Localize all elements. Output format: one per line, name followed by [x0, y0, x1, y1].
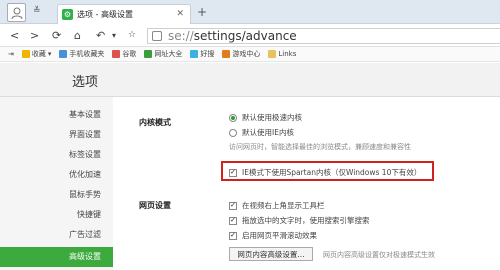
sidebar-item-shortcuts[interactable]: 快捷键	[0, 205, 113, 225]
advanced-settings-hint: 网页内容高级设置仅对极速模式生效	[323, 251, 435, 259]
new-tab-button[interactable]: +	[197, 5, 207, 19]
navigation-bar: < > ⟳ ⌂ ↶ ▾ ☆ se://settings/advance	[0, 25, 500, 47]
sidebar-item-adblock[interactable]: 广告过滤	[0, 225, 113, 245]
advanced-content-settings-button[interactable]: 网页内容高级设置...	[229, 247, 313, 261]
spartan-option[interactable]: ✓ IE模式下使用Spartan内核（仅Windows 10下有效）	[229, 167, 421, 178]
url-text: se://settings/advance	[168, 29, 297, 43]
smooth-scroll-option[interactable]: ✓ 启用网页平滑滚动效果	[229, 230, 317, 241]
sidebar-item-gestures[interactable]: 鼠标手势	[0, 185, 113, 205]
kernel-ie-option[interactable]: 默认使用IE内核	[229, 127, 294, 138]
page-header: 选项	[0, 63, 500, 97]
bookmark-item-favorites[interactable]: 收藏 ▾	[21, 49, 51, 59]
user-icon	[11, 7, 22, 19]
kernel-fast-option[interactable]: 默认使用极速内核	[229, 112, 302, 123]
sidebar-item-optimize[interactable]: 优化加速	[0, 165, 113, 185]
undo-button[interactable]: ↶	[96, 29, 105, 42]
google-icon	[112, 50, 121, 58]
sidebar-item-interface[interactable]: 界面设置	[0, 125, 113, 145]
kernel-mode-heading: 内核模式	[139, 118, 171, 127]
address-bar[interactable]: se://settings/advance	[147, 28, 500, 44]
star-icon[interactable]: ☆	[128, 30, 136, 40]
back-button[interactable]: <	[10, 29, 19, 42]
settings-icon: ⚙	[62, 9, 73, 20]
radio-button[interactable]	[229, 128, 237, 137]
kernel-hint: 访问网页时，智能选择最佳的浏览模式，兼顾速度和兼容性	[229, 143, 411, 151]
search-icon	[190, 50, 199, 58]
favorites-star-icon	[21, 50, 30, 58]
chevron-down-icon[interactable]: ≚	[33, 6, 53, 18]
shield-icon	[152, 31, 162, 41]
bookmark-item-mobile[interactable]: 手机收藏夹	[59, 49, 104, 59]
close-icon[interactable]: ✕	[176, 9, 184, 19]
webpage-settings-heading: 网页设置	[139, 201, 171, 210]
undo-dropdown-icon[interactable]: ▾	[112, 31, 116, 40]
globe-icon	[144, 50, 153, 58]
drag-search-option[interactable]: ✓ 拖放选中的文字时，使用搜索引擎搜索	[229, 215, 370, 226]
page-title: 选项	[72, 75, 99, 90]
tab-label: 选项 - 高级设置	[77, 10, 133, 19]
title-bar: ≚ ⚙ 选项 - 高级设置 ✕ +	[0, 0, 500, 24]
bookmarks-bar: ⇥ 收藏 ▾ 手机收藏夹 谷歌 网址大全 好搜 游戏中心 Links	[0, 47, 500, 62]
checkbox[interactable]: ✓	[229, 231, 237, 240]
bookmark-toggle-icon[interactable]: ⇥	[8, 50, 14, 58]
home-button[interactable]: ⌂	[74, 29, 81, 42]
tab-settings[interactable]: ⚙ 选项 - 高级设置 ✕	[57, 4, 191, 24]
refresh-button[interactable]: ⟳	[52, 29, 61, 42]
bookmark-item-games[interactable]: 游戏中心	[222, 49, 260, 59]
sidebar-item-advanced[interactable]: 高级设置	[0, 247, 113, 267]
bookmark-item-haosou[interactable]: 好搜	[190, 49, 214, 59]
sidebar-item-tabs[interactable]: 标签设置	[0, 145, 113, 165]
user-avatar[interactable]	[7, 3, 26, 22]
bookmark-item-directory[interactable]: 网址大全	[144, 49, 182, 59]
folder-icon	[268, 50, 277, 58]
checkbox[interactable]: ✓	[229, 168, 237, 177]
bookmark-item-google[interactable]: 谷歌	[112, 49, 136, 59]
settings-sidebar: 基本设置 界面设置 标签设置 优化加速 鼠标手势 快捷键 广告过滤 高级设置	[0, 97, 113, 270]
checkbox[interactable]: ✓	[229, 216, 237, 225]
sidebar-item-basic[interactable]: 基本设置	[0, 105, 113, 125]
settings-content: 内核模式 默认使用极速内核 默认使用IE内核 访问网页时，智能选择最佳的浏览模式…	[113, 97, 500, 270]
gamepad-icon	[222, 50, 231, 58]
bookmark-item-links[interactable]: Links	[268, 50, 296, 58]
checkbox[interactable]: ✓	[229, 201, 237, 210]
video-toolbar-option[interactable]: ✓ 在视频右上角显示工具栏	[229, 200, 325, 211]
folder-icon	[59, 50, 68, 58]
forward-button[interactable]: >	[30, 29, 39, 42]
radio-button[interactable]	[229, 113, 237, 122]
